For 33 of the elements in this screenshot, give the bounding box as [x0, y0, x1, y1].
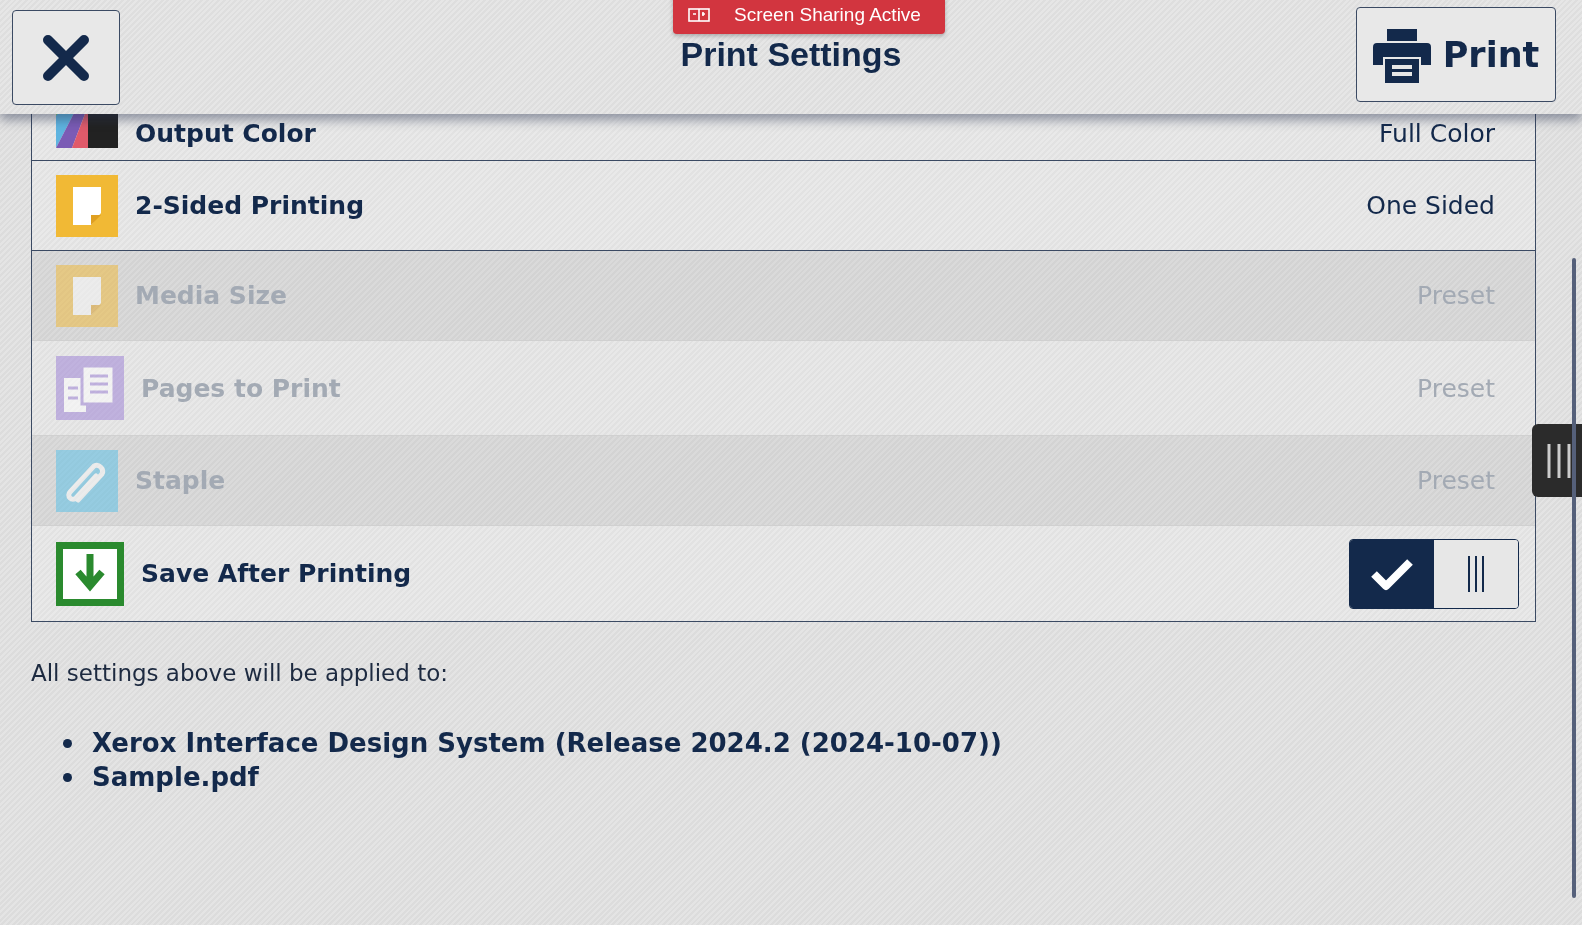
- setting-row[interactable]: Output Color Full Color: [32, 114, 1535, 161]
- close-button[interactable]: [12, 10, 120, 105]
- document-name: Sample.pdf: [92, 762, 259, 792]
- download-icon: [56, 541, 124, 606]
- bullet-icon: [63, 772, 72, 782]
- screen-share-icon: [688, 8, 710, 22]
- setting-label: Save After Printing: [141, 559, 413, 588]
- grip-icon: [1466, 555, 1486, 592]
- color-swatch-icon: [56, 114, 118, 148]
- setting-value: Full Color: [1379, 119, 1495, 148]
- page-icon: [56, 174, 118, 237]
- applied-note: All settings above will be applied to:: [31, 660, 450, 686]
- bullet-icon: [63, 738, 72, 748]
- document-name: Xerox Interface Design System (Release 2024.2 (2024-10-07)): [92, 728, 1002, 758]
- grip-icon: [1546, 443, 1572, 478]
- setting-label: Pages to Print: [141, 373, 342, 403]
- print-button[interactable]: Print: [1356, 7, 1556, 102]
- page-title: Print Settings: [680, 35, 902, 74]
- printer-icon: [1372, 26, 1431, 83]
- side-handle[interactable]: [1532, 424, 1582, 497]
- toggle-switch[interactable]: [1349, 538, 1519, 609]
- setting-value: One Sided: [1366, 191, 1495, 220]
- setting-label: 2-Sided Printing: [135, 191, 366, 220]
- setting-value: Preset: [1417, 373, 1495, 403]
- setting-row[interactable]: 2-Sided Printing One Sided: [32, 161, 1535, 251]
- setting-label: Output Color: [135, 119, 317, 148]
- setting-row[interactable]: Save After Printing: [32, 526, 1535, 621]
- page-icon: [56, 264, 118, 327]
- staple-icon: [56, 449, 118, 512]
- close-icon: [42, 33, 90, 82]
- documents-icon: [56, 356, 124, 420]
- screen-sharing-badge: Screen Sharing Active: [673, 0, 945, 34]
- scrollbar[interactable]: [1572, 258, 1576, 898]
